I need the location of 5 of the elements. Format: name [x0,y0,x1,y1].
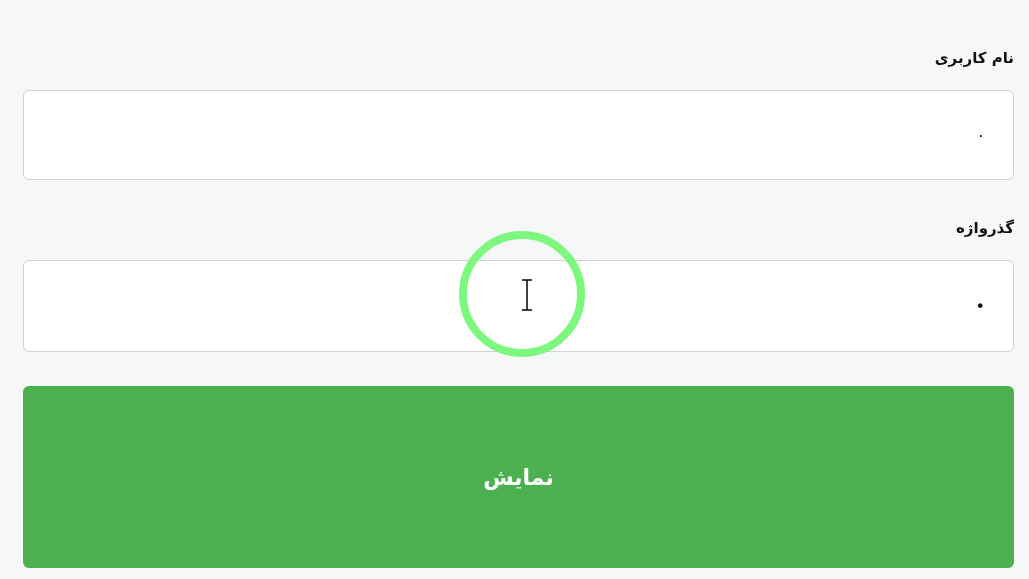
field-label: نام کاربری [933,48,1014,69]
input-field[interactable]: • [23,260,1014,352]
cursor-highlight-icon [458,230,586,358]
field-label: گذرواژه [955,218,1014,239]
input-field[interactable]: ۰ [23,90,1014,180]
